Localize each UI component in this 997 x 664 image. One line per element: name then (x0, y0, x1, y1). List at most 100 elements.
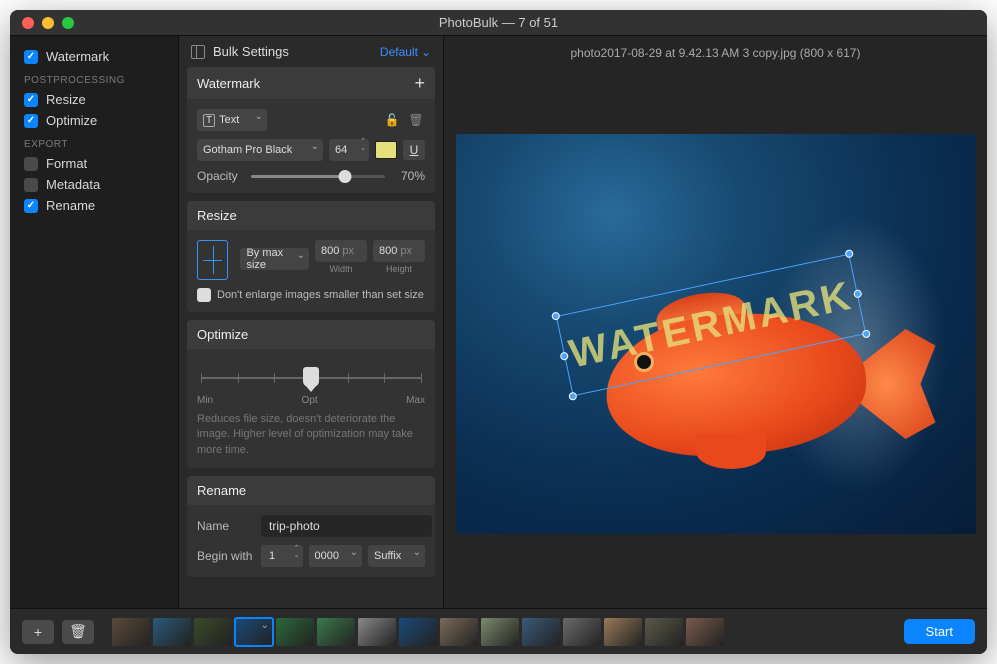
sidebar-item-label: Watermark (46, 49, 109, 64)
sidebar-item-watermark[interactable]: Watermark (10, 46, 178, 67)
preset-dropdown[interactable]: Default ⌄ (380, 45, 431, 59)
width-label: Width (329, 264, 352, 274)
resize-handle[interactable] (568, 392, 577, 401)
thumbnail[interactable] (235, 618, 273, 646)
settings-panel: Bulk Settings Default ⌄ Watermark + T (178, 36, 444, 608)
resize-mode-select[interactable]: By max size (240, 248, 309, 270)
input-value: 800 (379, 245, 397, 257)
thumbnail[interactable] (276, 618, 314, 646)
optimize-section: Optimize Min (187, 320, 435, 468)
tick-opt: Opt (302, 395, 318, 406)
fullscreen-icon[interactable] (62, 17, 74, 29)
begin-stepper[interactable]: 1 (261, 545, 303, 567)
select-value: By max size (246, 247, 293, 271)
add-watermark-button[interactable]: + (414, 74, 425, 92)
chevron-down-icon: ⌄ (421, 45, 431, 59)
sidebar-item-resize[interactable]: Resize (10, 89, 178, 110)
thumbnail[interactable] (563, 618, 601, 646)
panel-icon (191, 45, 205, 59)
font-size-stepper[interactable]: 64 (329, 139, 369, 161)
add-button[interactable]: + (22, 620, 54, 644)
checkbox-icon[interactable] (24, 199, 38, 213)
resize-section: Resize By max size 800 px Width (187, 201, 435, 312)
section-title: Watermark (197, 76, 260, 91)
opacity-value: 70% (391, 169, 425, 183)
select-value: Text (219, 114, 239, 126)
titlebar: PhotoBulk — 7 of 51 (10, 10, 987, 36)
lock-icon[interactable]: 🔓 (383, 112, 401, 128)
thumbnail[interactable] (317, 618, 355, 646)
settings-header: Bulk Settings Default ⌄ (179, 36, 443, 67)
sidebar-item-format[interactable]: Format (10, 153, 178, 174)
select-value: 0000 (315, 550, 339, 562)
rename-section: Rename Name Begin with 1 0000 Suffix (187, 476, 435, 577)
dimensions-icon (197, 240, 228, 280)
preview-filename: photo2017-08-29 at 9.42.13 AM 3 copy.jpg… (444, 36, 987, 70)
app-window: PhotoBulk — 7 of 51 Watermark POSTPROCES… (10, 10, 987, 654)
preset-label: Default (380, 45, 418, 59)
footer: + 🗑 Start (10, 608, 987, 654)
begin-label: Begin with (197, 549, 255, 563)
settings-title: Bulk Settings (213, 44, 289, 59)
checkbox-icon[interactable] (24, 93, 38, 107)
sidebar: Watermark POSTPROCESSING Resize Optimize… (10, 36, 178, 608)
text-type-icon: T (203, 114, 215, 127)
sidebar-item-metadata[interactable]: Metadata (10, 174, 178, 195)
thumbnail[interactable] (399, 618, 437, 646)
input-value: 800 (321, 245, 339, 257)
sidebar-item-label: Optimize (46, 113, 97, 128)
select-value: Gotham Pro Black (203, 144, 292, 156)
thumbnail[interactable] (153, 618, 191, 646)
checkbox-icon[interactable] (24, 50, 38, 64)
section-title: Rename (197, 483, 246, 498)
thumbnail[interactable] (440, 618, 478, 646)
height-input[interactable]: 800 px (373, 240, 425, 262)
thumbnail[interactable] (686, 618, 724, 646)
optimize-help: Reduces file size, doesn't deteriorate t… (197, 412, 425, 458)
sidebar-heading-export: EXPORT (10, 131, 178, 153)
canvas-wrap: WATERMARK (444, 70, 987, 608)
thumbnail-strip[interactable] (112, 618, 886, 646)
delete-button[interactable]: 🗑 (62, 620, 94, 644)
width-input[interactable]: 800 px (315, 240, 367, 262)
thumbnail[interactable] (358, 618, 396, 646)
stepper-value: 1 (269, 550, 275, 562)
sidebar-item-label: Rename (46, 198, 95, 213)
checkbox-icon[interactable] (24, 157, 38, 171)
name-input[interactable] (261, 515, 432, 537)
sidebar-item-optimize[interactable]: Optimize (10, 110, 178, 131)
tick-min: Min (197, 395, 213, 406)
dont-enlarge-checkbox[interactable] (197, 288, 211, 302)
close-icon[interactable] (22, 17, 34, 29)
sidebar-item-rename[interactable]: Rename (10, 195, 178, 216)
thumbnail[interactable] (112, 618, 150, 646)
trash-icon: 🗑 (69, 623, 87, 640)
thumbnail[interactable] (522, 618, 560, 646)
position-select[interactable]: Suffix (368, 545, 425, 567)
minimize-icon[interactable] (42, 17, 54, 29)
section-header: Optimize (187, 320, 435, 349)
sidebar-item-label: Metadata (46, 177, 100, 192)
thumbnail[interactable] (194, 618, 232, 646)
select-value: Suffix (374, 550, 401, 562)
thumbnail[interactable] (481, 618, 519, 646)
watermark-type-select[interactable]: T Text (197, 109, 267, 131)
checkbox-icon[interactable] (24, 114, 38, 128)
digits-select[interactable]: 0000 (309, 545, 363, 567)
sidebar-item-label: Resize (46, 92, 86, 107)
preview-pane: photo2017-08-29 at 9.42.13 AM 3 copy.jpg… (444, 36, 987, 608)
thumbnail[interactable] (645, 618, 683, 646)
optimize-slider[interactable] (201, 363, 421, 393)
unit: px (400, 245, 412, 257)
color-swatch[interactable] (375, 141, 397, 159)
start-button[interactable]: Start (904, 619, 975, 644)
font-select[interactable]: Gotham Pro Black (197, 139, 323, 161)
underline-button[interactable]: U (403, 140, 425, 160)
opacity-slider[interactable] (251, 169, 385, 183)
section-header: Watermark + (187, 67, 435, 99)
section-title: Optimize (197, 327, 248, 342)
trash-icon[interactable]: 🗑 (407, 112, 425, 128)
preview-canvas[interactable]: WATERMARK (456, 134, 976, 534)
checkbox-icon[interactable] (24, 178, 38, 192)
thumbnail[interactable] (604, 618, 642, 646)
